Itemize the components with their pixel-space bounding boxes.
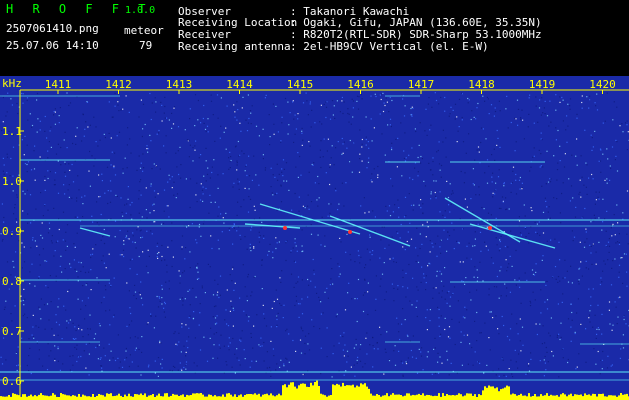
x-tick-label: 1413 xyxy=(166,78,193,91)
y-tick-label: 0.8 xyxy=(2,275,22,288)
filename: 2507061410.png xyxy=(6,22,99,35)
header-panel: H R O F F T 1.0.0 2507061410.png meteor … xyxy=(0,0,629,74)
x-tick-label: 1419 xyxy=(529,78,556,91)
info-value-antenna: : 2el-HB9CV Vertical (el. E-W) xyxy=(290,40,489,53)
datetime: 25.07.06 14:10 xyxy=(6,39,99,52)
y-tick-label: 0.9 xyxy=(2,225,22,238)
x-tick-label: 1420 xyxy=(589,78,616,91)
axis-unit-label: kHz xyxy=(2,77,22,90)
spectrogram: kHz 1411 1412 1413 1414 1415 1416 1417 1418 1419 1… xyxy=(0,76,629,400)
y-tick-label: 0.7 xyxy=(2,325,22,338)
meteor-count: 79 xyxy=(139,39,153,52)
info-label-antenna: Receiving antenna xyxy=(178,40,291,53)
x-tick-label: 1416 xyxy=(347,78,374,91)
y-tick-label: 1.0 xyxy=(2,175,22,188)
x-tick-label: 1412 xyxy=(105,78,132,91)
x-tick-label: 1411 xyxy=(45,78,72,91)
spectrogram-background xyxy=(0,76,629,400)
y-tick-label: 0.6 xyxy=(2,375,22,388)
y-tick-label: 1.1 xyxy=(2,125,22,138)
x-tick-label: 1417 xyxy=(408,78,435,91)
meteor-label: meteor xyxy=(124,24,164,37)
x-tick-label: 1418 xyxy=(468,78,495,91)
x-tick-label: 1414 xyxy=(226,78,253,91)
x-tick-label: 1415 xyxy=(287,78,314,91)
app-version: 1.0.0 xyxy=(125,5,156,16)
